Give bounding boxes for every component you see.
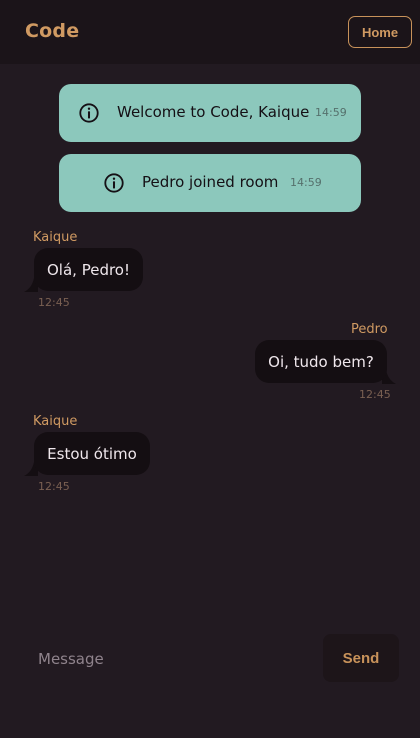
message-composer: Send — [0, 625, 420, 695]
message-time: 12:45 — [38, 480, 70, 493]
system-message-text: Welcome to Code, Kaique — [117, 103, 310, 121]
message-bubble: Oi, tudo bem? — [255, 340, 387, 383]
system-message-time: 14:59 — [315, 106, 347, 119]
info-icon — [104, 173, 124, 193]
message-time: 12:45 — [38, 296, 70, 309]
message-time: 12:45 — [359, 388, 391, 401]
app-title: Code — [25, 20, 80, 42]
info-icon — [79, 103, 99, 123]
message-sender: Pedro — [351, 322, 388, 337]
app-header: Code Home — [0, 0, 420, 64]
message-bubble: Estou ótimo — [34, 432, 150, 475]
message-sender: Kaique — [33, 414, 78, 429]
system-message-text: Pedro joined room — [142, 173, 279, 191]
message-sender: Kaique — [33, 230, 78, 245]
system-message: Pedro joined room 14:59 — [59, 154, 361, 212]
message-input[interactable] — [26, 643, 306, 675]
home-button[interactable]: Home — [348, 16, 412, 48]
system-message-time: 14:59 — [290, 176, 322, 189]
system-message: Welcome to Code, Kaique 14:59 — [59, 84, 361, 142]
message-bubble: Olá, Pedro! — [34, 248, 143, 291]
send-button[interactable]: Send — [323, 634, 399, 682]
